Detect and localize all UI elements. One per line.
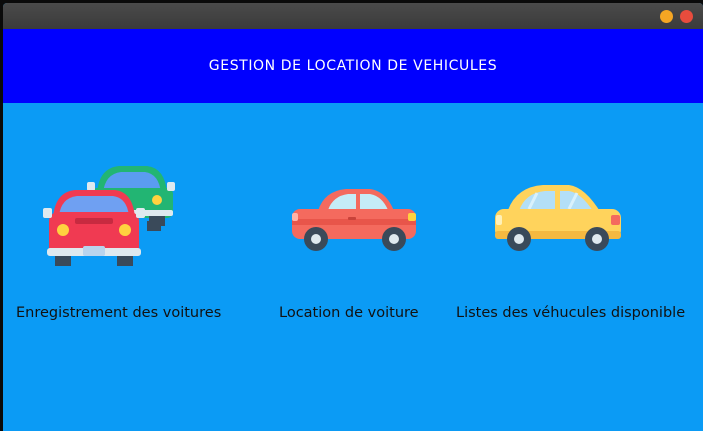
yellow-car-icon xyxy=(495,185,621,251)
title-bar[interactable] xyxy=(3,3,703,29)
red-car-icon xyxy=(292,189,416,251)
minimize-button[interactable] xyxy=(660,10,673,23)
app-window: GESTION DE LOCATION DE VEHICULES Enregis… xyxy=(3,3,703,431)
rent-car-label: Location de voiture xyxy=(279,305,419,321)
available-vehicles-label: Listes des véhucules disponible xyxy=(456,305,686,321)
two-cars-icon xyxy=(43,166,175,266)
rent-car-option[interactable]: Location de voiture xyxy=(273,153,443,333)
register-cars-option[interactable]: Enregistrement des voitures xyxy=(3,153,243,333)
header-banner: GESTION DE LOCATION DE VEHICULES xyxy=(3,29,703,103)
close-button[interactable] xyxy=(680,10,693,23)
register-cars-label: Enregistrement des voitures xyxy=(16,305,222,321)
page-title: GESTION DE LOCATION DE VEHICULES xyxy=(208,58,498,74)
available-vehicles-option[interactable]: Listes des véhucules disponible xyxy=(453,153,701,333)
